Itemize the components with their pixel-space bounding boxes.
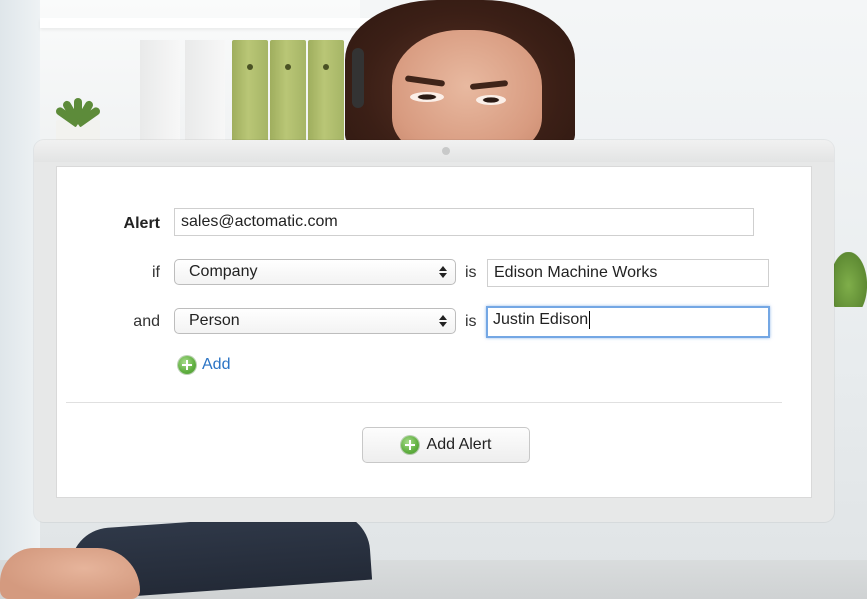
plus-circle-icon <box>400 436 419 454</box>
background-headset <box>352 48 364 108</box>
background-person-eye <box>410 92 444 102</box>
background-shelf-board <box>40 18 370 28</box>
up-down-arrows-icon <box>439 313 447 329</box>
alert-email-field[interactable]: sales@actomatic.com <box>174 208 754 236</box>
text-caret <box>589 310 591 329</box>
rule-value-field-person[interactable]: Justin Edison <box>486 306 770 338</box>
background-person-eye <box>476 95 506 105</box>
rule-value-field-company[interactable]: Edison Machine Works <box>487 259 769 287</box>
monitor-camera <box>442 147 450 155</box>
background-binder <box>270 40 306 150</box>
background-plant <box>830 252 867 307</box>
rule-field-select-person[interactable]: Person <box>174 308 456 334</box>
background-binder <box>308 40 344 150</box>
alert-label: Alert <box>123 215 160 232</box>
rule-field-select-value: Person <box>189 312 240 329</box>
rule-value-text: Justin Edison <box>493 311 589 328</box>
monitor-bezel-top <box>34 140 834 162</box>
up-down-arrows-icon <box>439 264 447 280</box>
background-person-hand <box>0 548 140 599</box>
background-binder <box>232 40 268 150</box>
form-divider <box>66 402 782 403</box>
add-rule-label: Add <box>202 356 231 373</box>
background-box <box>185 40 225 150</box>
add-alert-button[interactable]: Add Alert <box>362 427 530 463</box>
add-rule-link[interactable]: Add <box>178 356 230 374</box>
rule-field-select-company[interactable]: Company <box>174 259 456 285</box>
rule-operator-is: is <box>465 264 477 281</box>
rule-connector-and: and <box>133 313 160 330</box>
background-box <box>140 40 180 150</box>
rule-operator-is: is <box>465 313 477 330</box>
plus-circle-icon <box>178 356 196 374</box>
rule-field-select-value: Company <box>189 263 258 280</box>
rule-connector-if: if <box>152 264 160 281</box>
add-alert-label: Add Alert <box>426 436 492 453</box>
